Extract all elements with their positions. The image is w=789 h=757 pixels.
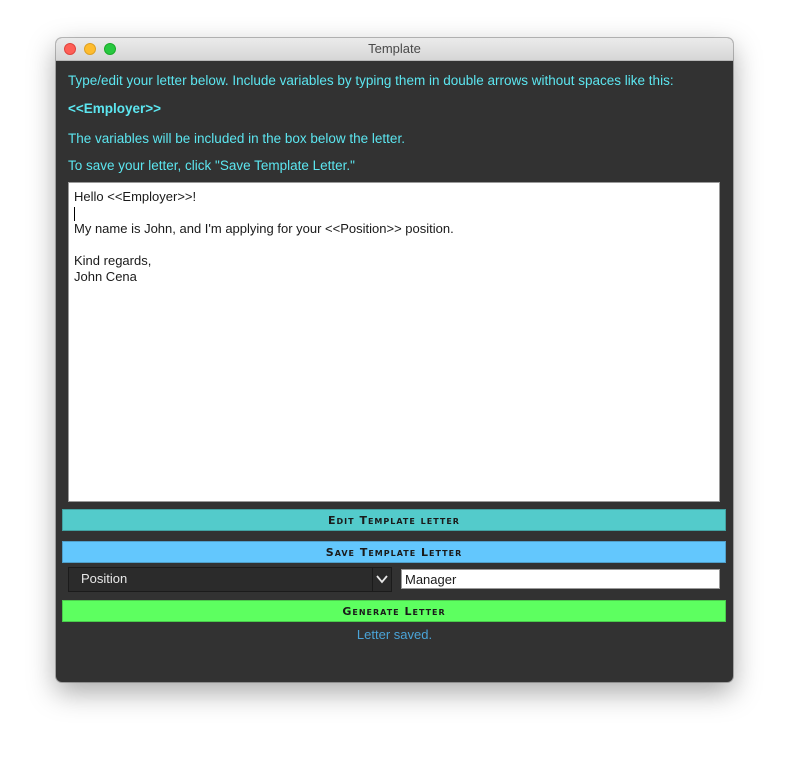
- template-window: Template Type/edit your letter below. In…: [56, 38, 733, 682]
- letter-text-area[interactable]: Hello <<Employer>>! My name is John, and…: [68, 182, 720, 502]
- edit-template-button[interactable]: Edit Template letter: [62, 509, 726, 531]
- save-hint: To save your letter, click "Save Templat…: [68, 158, 355, 173]
- variable-value-input[interactable]: [401, 569, 720, 589]
- variable-select[interactable]: Position: [68, 567, 392, 592]
- generate-letter-button[interactable]: Generate Letter: [62, 600, 726, 622]
- variable-select-value: Position: [81, 571, 128, 586]
- variables-note: The variables will be included in the bo…: [68, 131, 405, 146]
- letter-line: John Cena: [74, 269, 137, 284]
- chevron-down-icon[interactable]: [372, 568, 391, 591]
- letter-line: My name is John, and I'm applying for yo…: [74, 221, 454, 236]
- text-cursor: [74, 206, 75, 221]
- title-bar[interactable]: Template: [56, 38, 733, 61]
- letter-line: Kind regards,: [74, 253, 152, 268]
- letter-line: Hello <<Employer>>!: [74, 189, 197, 204]
- variable-example: <<Employer>>: [68, 101, 162, 116]
- instruction-text: Type/edit your letter below. Include var…: [68, 73, 674, 88]
- window-title: Template: [368, 41, 421, 56]
- letter-line-cursor: [74, 205, 714, 221]
- letter-line: [74, 237, 714, 253]
- save-template-button[interactable]: Save Template Letter: [62, 541, 726, 563]
- status-message: Letter saved.: [356, 627, 433, 642]
